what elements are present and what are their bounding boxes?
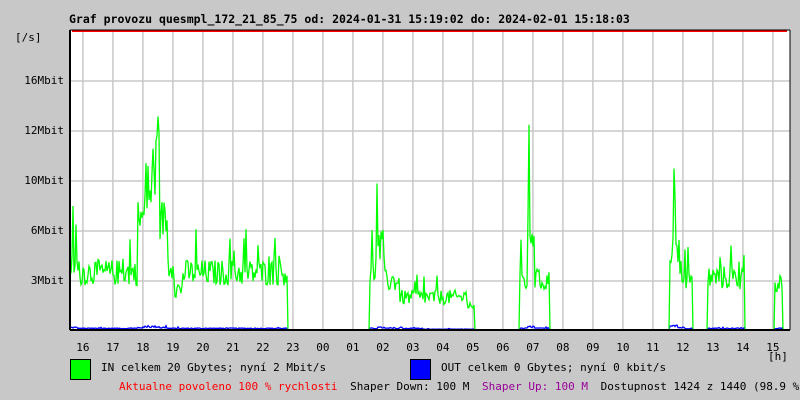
y-tick-label: 10Mbit xyxy=(24,174,64,187)
shaper-up: Shaper Up: 100 M xyxy=(482,380,588,393)
x-tick-label: 20 xyxy=(196,341,210,354)
legend-out: OUT celkem 0 Gbytes; nyní 0 kbit/s xyxy=(441,361,667,374)
x-tick-label: 03 xyxy=(406,341,420,354)
x-tick-label: 04 xyxy=(436,341,450,354)
shaper-down-value: 100 M xyxy=(436,380,470,393)
footer: Aktualne povoleno 100 % rychlosti Shaper… xyxy=(119,380,800,393)
x-tick-label: 17 xyxy=(106,341,120,354)
x-tick-label: 06 xyxy=(496,341,510,354)
x-tick-label: 02 xyxy=(376,341,390,354)
x-tick-label: 18 xyxy=(136,341,150,354)
x-tick-label: 13 xyxy=(706,341,720,354)
y-tick-label: 12Mbit xyxy=(24,124,64,137)
availability: Dostupnost 1424 z 1440 (98.9 %) xyxy=(600,380,800,393)
x-tick-label: 19 xyxy=(166,341,180,354)
x-tick-label: 10 xyxy=(616,341,630,354)
x-tick-label: 00 xyxy=(316,341,330,354)
y-tick-label: 16Mbit xyxy=(24,74,64,87)
x-tick-label: 07 xyxy=(526,341,540,354)
x-tick-label: 11 xyxy=(646,341,660,354)
y-tick-label: 6Mbit xyxy=(30,224,64,237)
x-tick-label: 21 xyxy=(226,341,240,354)
x-tick-label: 14 xyxy=(736,341,750,354)
x-axis-unit: [h] xyxy=(768,350,788,363)
legend-swatch-out xyxy=(410,359,431,380)
x-tick-label: 01 xyxy=(346,341,360,354)
x-tick-label: 16 xyxy=(76,341,90,354)
x-tick-label: 05 xyxy=(466,341,480,354)
legend-in: IN celkem 20 Gbytes; nyní 2 Mbit/s xyxy=(101,361,327,374)
x-tick-label: 08 xyxy=(556,341,570,354)
legend-swatch-in xyxy=(70,359,91,380)
x-tick-label: 23 xyxy=(286,341,300,354)
x-tick-label: 12 xyxy=(676,341,690,354)
shaper-down: Shaper Down: 100 M xyxy=(350,380,469,393)
allowed-speed: Aktualne povoleno 100 % rychlosti xyxy=(119,380,338,393)
y-tick-label: 3Mbit xyxy=(30,274,64,287)
x-tick-label: 22 xyxy=(256,341,270,354)
x-tick-label: 09 xyxy=(586,341,600,354)
shaper-down-label: Shaper Down: xyxy=(350,380,430,393)
traffic-chart xyxy=(69,29,791,331)
